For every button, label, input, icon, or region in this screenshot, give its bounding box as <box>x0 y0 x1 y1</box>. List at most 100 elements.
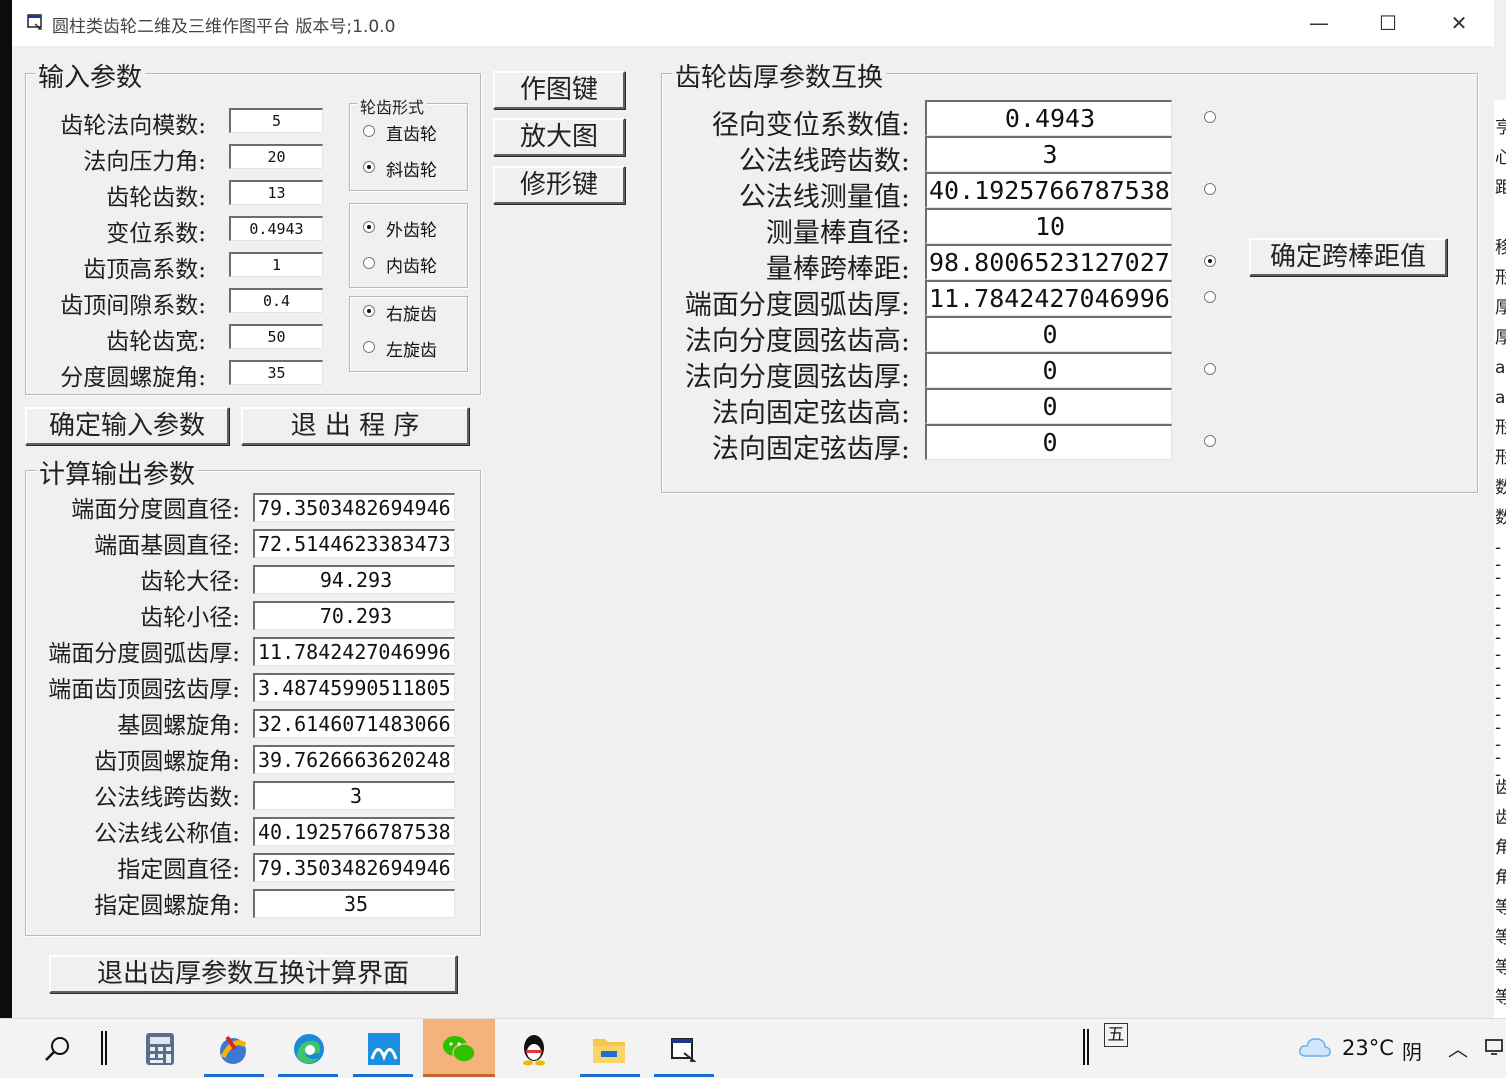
ime-indicator[interactable]: 五 <box>1104 1023 1128 1047</box>
background-glyph: 厚 <box>1495 298 1506 318</box>
background-glyph: a- <box>1495 358 1506 378</box>
input-field-label: 齿顶高系数: <box>83 257 206 283</box>
thickness-field-label: 公法线跨齿数: <box>738 146 910 177</box>
weather-desc[interactable]: 阴 <box>1402 1036 1422 1065</box>
app2-icon[interactable] <box>366 1031 402 1067</box>
output-field-value[interactable]: 79.3503482694946 <box>253 853 455 882</box>
taskbar: 五 23°C 阴 ︿ <box>0 1018 1506 1078</box>
helical-gear-radio[interactable] <box>363 161 375 173</box>
thickness-field-value[interactable]: 10 <box>925 208 1172 244</box>
thickness-field-value[interactable]: 11.7842427046996 <box>925 280 1172 316</box>
display-icon[interactable] <box>1484 1037 1504 1057</box>
exit-thickness-button[interactable]: 退出齿厚参数互换计算界面 <box>49 955 457 993</box>
thickness-field-value[interactable]: 98.8006523127027 <box>925 244 1172 280</box>
input-field-value[interactable]: 20 <box>229 144 323 169</box>
input-field-label: 齿轮齿数: <box>106 185 206 211</box>
input-field-value[interactable]: 5 <box>229 108 323 133</box>
thickness-field-label: 测量棒直径: <box>765 218 910 249</box>
window-app-icon[interactable] <box>666 1031 702 1067</box>
thickness-field-label: 法向分度圆弦齿厚: <box>684 362 910 393</box>
input-field-label: 变位系数: <box>106 221 206 247</box>
input-field-value[interactable]: 35 <box>229 360 323 385</box>
output-field-label: 端面分度圆直径: <box>71 497 240 523</box>
app-icon-launcher[interactable] <box>215 1031 251 1067</box>
output-field-value[interactable]: 94.293 <box>253 565 455 594</box>
confirm-input-button[interactable]: 确定输入参数 <box>25 407 229 445</box>
output-field-value[interactable]: 32.6146071483066 <box>253 709 455 738</box>
spur-gear-label: 直齿轮 <box>386 125 437 145</box>
draw-button[interactable]: 作图键 <box>493 71 625 109</box>
background-glyph: 形 <box>1495 268 1506 288</box>
minimize-button[interactable]: — <box>1304 10 1334 36</box>
input-field-value[interactable]: 50 <box>229 324 323 349</box>
background-window-right: 亨心距移形厚厚a-a-形形数数----------------齿齿角角等等等等 <box>1494 100 1506 1018</box>
output-field-value[interactable]: 79.3503482694946 <box>253 493 455 522</box>
output-field-value[interactable]: 40.1925766787538 <box>253 817 455 846</box>
input-field-value[interactable]: 1 <box>229 252 323 277</box>
output-field-value[interactable]: 11.7842427046996 <box>253 637 455 666</box>
calculator-icon[interactable] <box>142 1031 178 1067</box>
edge-icon[interactable] <box>291 1031 327 1067</box>
output-field-label: 基圆螺旋角: <box>117 713 240 739</box>
thickness-field-value[interactable]: 0 <box>925 352 1172 388</box>
modify-button[interactable]: 修形键 <box>493 166 625 204</box>
output-field-value[interactable]: 39.7626663620248 <box>253 745 455 774</box>
thickness-field-value[interactable]: 3 <box>925 136 1172 172</box>
thickness-field-value[interactable]: 40.1925766787538 <box>925 172 1172 208</box>
spur-gear-radio[interactable] <box>363 125 375 137</box>
background-glyph: 齿 <box>1495 808 1506 828</box>
output-field-value[interactable]: 3 <box>253 781 455 810</box>
input-field-value[interactable]: 0.4943 <box>229 216 323 241</box>
right-hand-radio[interactable] <box>363 305 375 317</box>
exit-program-button[interactable]: 退 出 程 序 <box>241 407 469 445</box>
thickness-select-radio[interactable] <box>1204 291 1216 303</box>
zoom-button[interactable]: 放大图 <box>493 118 625 156</box>
output-field-value[interactable]: 72.5144623383473 <box>253 529 455 558</box>
thickness-field-value[interactable]: 0.4943 <box>925 100 1172 136</box>
window-title: 圆柱类齿轮二维及三维作图平台 版本号;1.0.0 <box>52 17 396 37</box>
thickness-field-label: 公法线测量值: <box>738 182 910 213</box>
thickness-select-radio[interactable] <box>1204 111 1216 123</box>
chevron-up-icon[interactable]: ︿ <box>1448 1033 1468 1062</box>
output-field-value[interactable]: 35 <box>253 889 455 918</box>
output-field-value[interactable]: 70.293 <box>253 601 455 630</box>
thickness-field-value[interactable]: 0 <box>925 424 1172 460</box>
thickness-select-radio[interactable] <box>1204 435 1216 447</box>
title-bar[interactable]: 圆柱类齿轮二维及三维作图平台 版本号;1.0.0 — ☐ ✕ <box>12 0 1494 46</box>
input-field-value[interactable]: 0.4 <box>229 288 323 313</box>
output-field-value[interactable]: 3.48745990511805 <box>253 673 455 702</box>
background-glyph: 角 <box>1495 838 1506 858</box>
background-glyph: a- <box>1495 388 1506 408</box>
left-hand-radio[interactable] <box>363 341 375 353</box>
thickness-select-radio[interactable] <box>1204 363 1216 375</box>
app-icon <box>26 13 44 31</box>
search-icon[interactable] <box>40 1031 76 1067</box>
background-glyph: 等 <box>1495 928 1506 948</box>
confirm-pin-distance-button[interactable]: 确定跨棒距值 <box>1249 238 1447 276</box>
internal-gear-radio[interactable] <box>363 257 375 269</box>
folder-icon[interactable] <box>591 1031 627 1067</box>
qq-icon[interactable] <box>516 1031 552 1067</box>
background-glyph: 移 <box>1495 238 1506 258</box>
close-button[interactable]: ✕ <box>1444 10 1474 36</box>
thickness-field-label: 端面分度圆弧齿厚: <box>684 290 910 321</box>
thickness-field-label: 法向固定弦齿高: <box>711 398 910 429</box>
external-gear-label: 外齿轮 <box>386 221 437 241</box>
external-gear-radio[interactable] <box>363 221 375 233</box>
input-field-value[interactable]: 13 <box>229 180 323 205</box>
cloud-icon <box>1298 1035 1332 1059</box>
thickness-select-radio[interactable] <box>1204 255 1216 267</box>
tooth-form-title: 轮齿形式 <box>357 94 428 118</box>
thickness-select-radio[interactable] <box>1204 183 1216 195</box>
output-params-title: 计算输出参数 <box>36 454 199 491</box>
thickness-field-label: 量棒跨棒距: <box>765 254 910 285</box>
thickness-field-value[interactable]: 0 <box>925 316 1172 352</box>
wechat-icon[interactable] <box>441 1031 477 1067</box>
maximize-button[interactable]: ☐ <box>1373 10 1403 36</box>
background-glyph: 数 <box>1495 478 1506 498</box>
weather-temp[interactable]: 23°C <box>1342 1036 1394 1060</box>
thickness-field-value[interactable]: 0 <box>925 388 1172 424</box>
output-field-label: 指定圆直径: <box>117 857 240 883</box>
thickness-field-label: 法向分度圆弦齿高: <box>684 326 910 357</box>
output-field-label: 公法线公称值: <box>94 821 240 847</box>
